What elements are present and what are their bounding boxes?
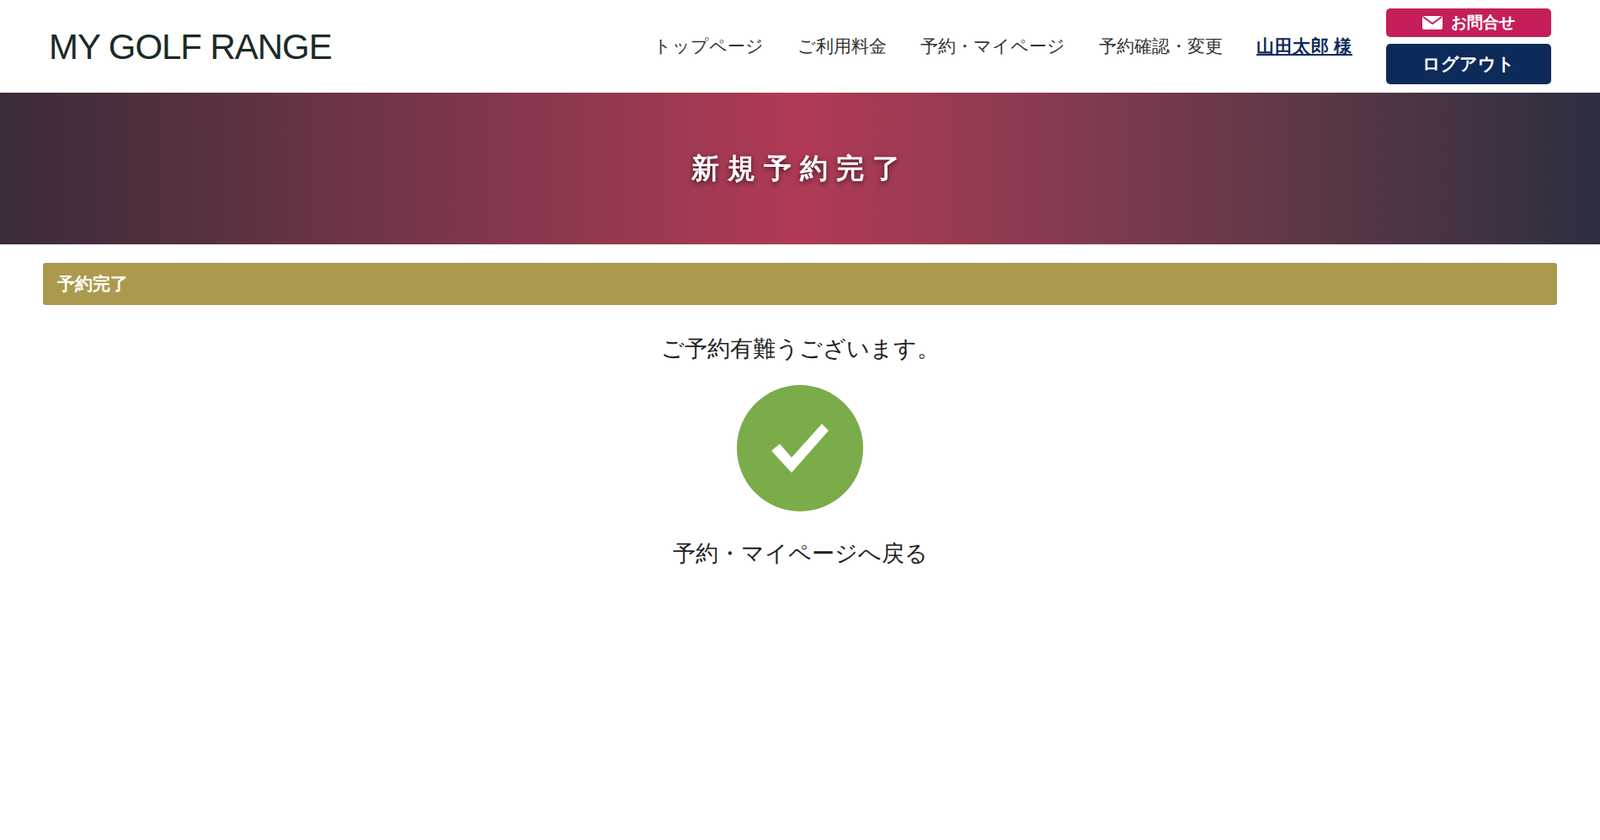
section-title: 予約完了 bbox=[57, 270, 128, 298]
section-bar: 予約完了 bbox=[42, 262, 1558, 305]
nav-item[interactable]: 予約確認・変更 bbox=[1098, 32, 1223, 60]
nav-item[interactable]: 予約・マイページ bbox=[920, 32, 1066, 60]
thanks-message: ご予約有難うございます。 bbox=[661, 331, 940, 367]
logout-button[interactable]: ログアウト bbox=[1386, 43, 1552, 85]
nav-item[interactable]: トップページ bbox=[653, 32, 764, 60]
content: 予約完了ご予約有難うございます。予約・マイページへ戻る bbox=[0, 244, 1600, 571]
header-right: トップページ ご利用料金 予約・マイページ 予約確認・変更 山田太郎 様 お問合せログアウ… bbox=[653, 8, 1552, 85]
logo[interactable]: MY GOLF RANGE bbox=[48, 20, 332, 74]
header-buttons: お問合せログアウト bbox=[1386, 8, 1552, 85]
hero-banner: 新規予約完了 bbox=[0, 92, 1600, 245]
back-link[interactable]: 予約・マイページへ戻る bbox=[672, 536, 928, 571]
mail-icon bbox=[1422, 16, 1443, 30]
page: MY GOLF RANGE トップページ ご利用料金 予約・マイページ 予約確認・変更 山… bbox=[0, 0, 1600, 840]
user-name[interactable]: 山田太郎 様 bbox=[1256, 32, 1353, 60]
hero-title: 新規予約完了 bbox=[691, 147, 908, 190]
header: MY GOLF RANGE トップページ ご利用料金 予約・マイページ 予約確認・変更 山… bbox=[0, 0, 1600, 93]
main-nav: トップページ ご利用料金 予約・マイページ 予約確認・変更 山田太郎 様 bbox=[653, 32, 1353, 60]
nav-item[interactable]: ご利用料金 bbox=[797, 32, 887, 60]
contact-button[interactable]: お問合せ bbox=[1386, 8, 1552, 38]
check-icon bbox=[736, 384, 864, 512]
